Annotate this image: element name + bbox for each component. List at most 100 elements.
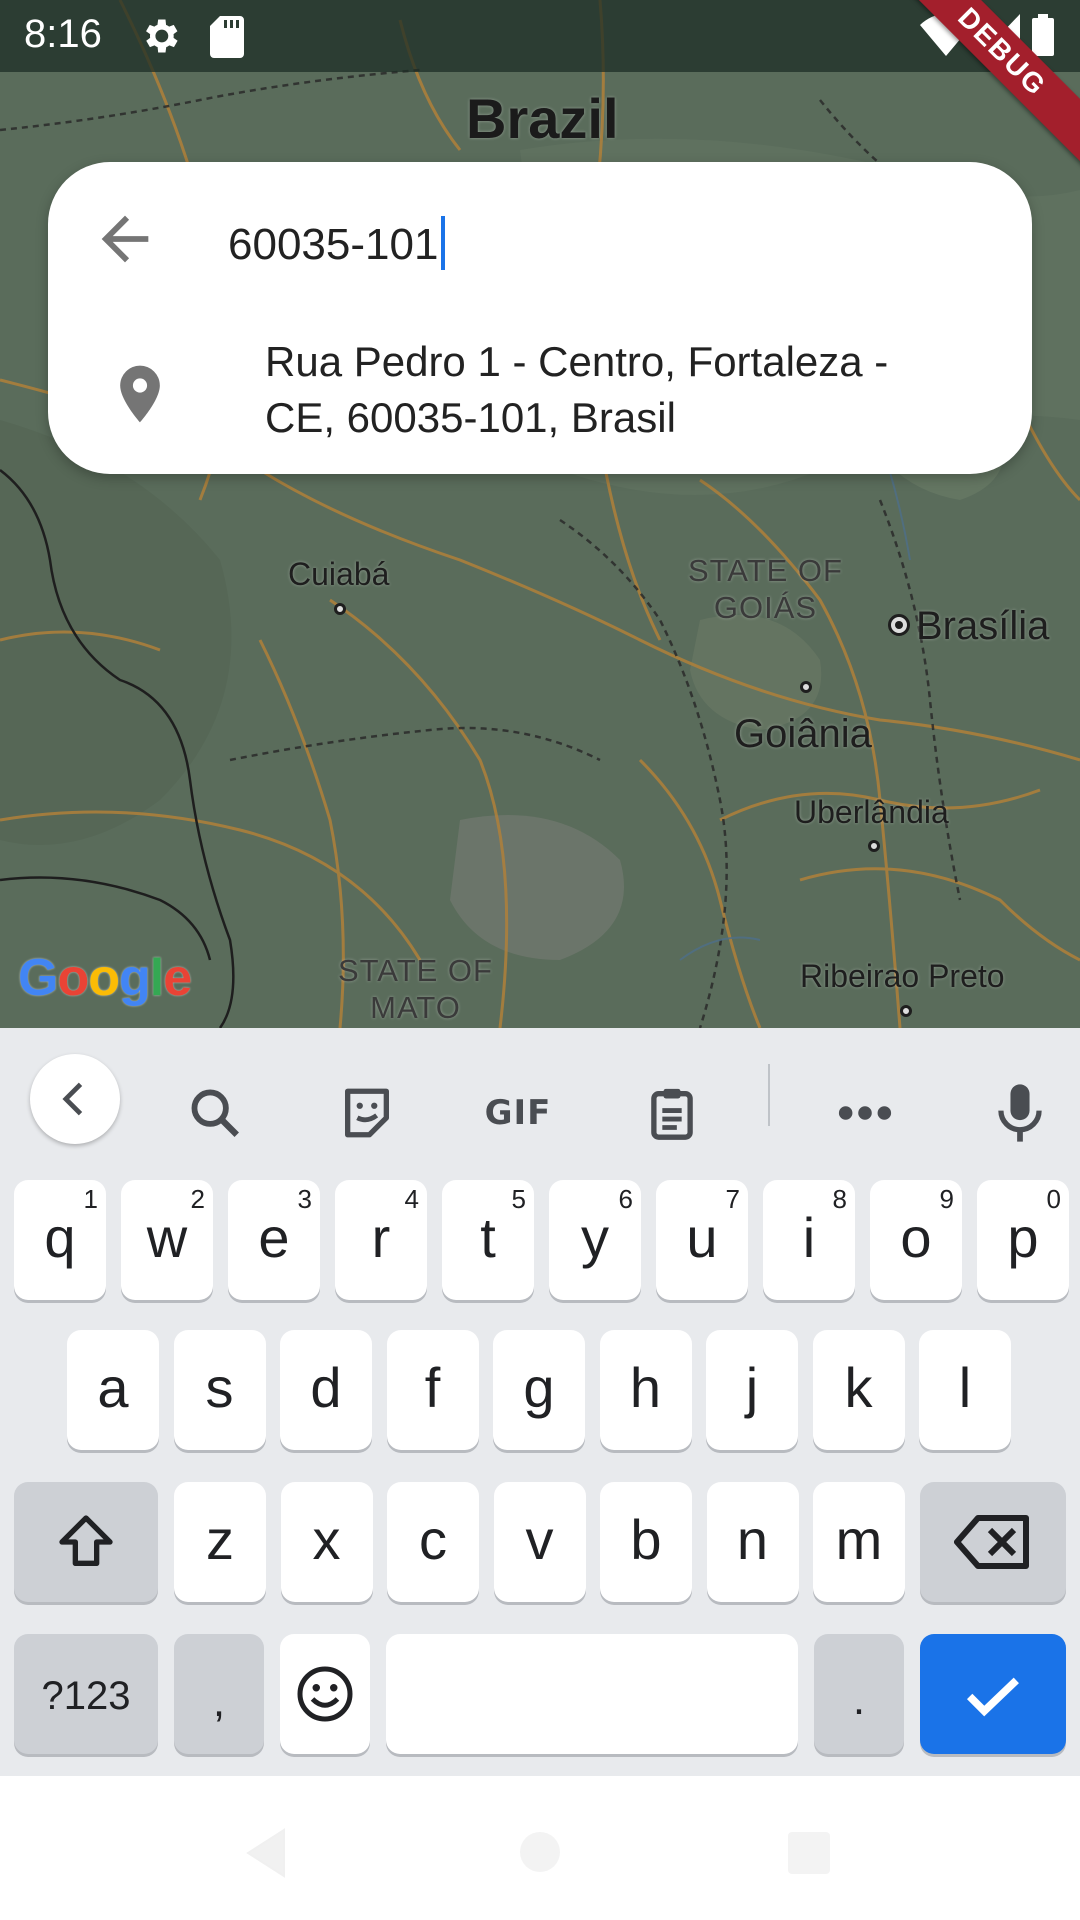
key-p[interactable]: p0: [977, 1180, 1069, 1300]
backspace-key[interactable]: [920, 1482, 1066, 1602]
key-s[interactable]: s: [173, 1330, 266, 1450]
key-secondary-label: 2: [190, 1184, 205, 1214]
city-label-brasilia: Brasília: [916, 604, 1050, 648]
key-label: x: [312, 1508, 341, 1571]
key-l[interactable]: l: [919, 1330, 1011, 1450]
key-label: o: [900, 1206, 932, 1269]
microphone-icon: [998, 1084, 1042, 1142]
key-secondary-label: 5: [511, 1184, 526, 1214]
key-secondary-label: 8: [832, 1184, 847, 1214]
search-icon: [191, 1089, 239, 1137]
keyboard-sticker-button[interactable]: [322, 1068, 412, 1158]
sd-card-icon: [210, 16, 244, 58]
city-marker-uberlandia: [868, 840, 880, 852]
key-j[interactable]: j: [706, 1330, 798, 1450]
emoji-key[interactable]: [280, 1634, 370, 1754]
key-secondary-label: 0: [1046, 1184, 1061, 1214]
key-y[interactable]: y6: [549, 1180, 641, 1300]
key-c[interactable]: c: [387, 1482, 479, 1602]
symbols-key[interactable]: ?123: [14, 1634, 158, 1754]
key-label: c: [419, 1508, 447, 1571]
city-label-cuiaba: Cuiabá: [288, 556, 390, 592]
keyboard: GIF ?123 , . q 1 w 2 e 3 r 4 t 5 y 6 u 7…: [0, 1028, 1080, 1776]
key-u[interactable]: u7: [656, 1180, 748, 1300]
state-label-goias: STATE OF GOIÁS: [688, 552, 843, 626]
key-label: r: [371, 1206, 391, 1269]
search-input[interactable]: 60035-101: [228, 216, 446, 271]
period-key-label: .: [852, 1675, 866, 1724]
space-key[interactable]: [386, 1634, 798, 1754]
key-secondary-label: 9: [939, 1184, 954, 1214]
recents-square-icon[interactable]: [786, 1830, 832, 1876]
key-label: g: [523, 1356, 555, 1419]
key-label: l: [958, 1356, 972, 1419]
google-logo: Google: [18, 949, 192, 1007]
city-label-ribeirao-preto: Ribeirao Preto: [800, 958, 1005, 994]
chevron-left-icon: [62, 1082, 83, 1116]
key-g[interactable]: g: [493, 1330, 585, 1450]
key-d[interactable]: d: [280, 1330, 372, 1450]
period-key[interactable]: .: [814, 1634, 904, 1754]
enter-key[interactable]: [920, 1634, 1066, 1754]
text-caret: [441, 216, 446, 271]
key-k[interactable]: k: [812, 1330, 905, 1450]
status-bar: 8:16: [0, 0, 1080, 72]
key-o[interactable]: o9: [870, 1180, 962, 1300]
back-button[interactable]: [90, 204, 160, 274]
key-secondary-label: 6: [618, 1184, 633, 1214]
more-icon: [838, 1106, 892, 1120]
key-z[interactable]: z: [174, 1482, 266, 1602]
key-w[interactable]: w2: [121, 1180, 213, 1300]
map-view[interactable]: Brazil Cuiabá STATE OF GOIÁS Brasília Go…: [0, 0, 1080, 1028]
back-triangle-icon[interactable]: [244, 1828, 288, 1878]
key-b[interactable]: b: [600, 1482, 692, 1602]
sticker-icon: [345, 1088, 389, 1138]
key-v[interactable]: v: [493, 1482, 586, 1602]
keyboard-voice-button[interactable]: [975, 1068, 1065, 1158]
gear-icon: [146, 19, 178, 53]
search-result-line1: Rua Pedro 1 - Centro, Fortaleza -: [265, 338, 889, 385]
comma-key-label: ,: [212, 1677, 226, 1726]
state-label-mato: STATE OF MATO: [338, 952, 493, 1026]
comma-key[interactable]: ,: [174, 1634, 264, 1754]
state-label-goias-line2: GOIÁS: [713, 590, 818, 625]
toolbar-divider: [768, 1064, 770, 1126]
key-i[interactable]: i8: [763, 1180, 855, 1300]
key-e[interactable]: e3: [228, 1180, 320, 1300]
key-label: t: [480, 1206, 496, 1269]
state-label-goias-line1: STATE OF: [688, 553, 843, 588]
key-q[interactable]: q1: [14, 1180, 106, 1300]
key-secondary-label: 1: [83, 1184, 98, 1214]
key-a[interactable]: a: [67, 1330, 159, 1450]
key-n[interactable]: n: [706, 1482, 799, 1602]
key-secondary-label: 3: [297, 1184, 312, 1214]
shift-key[interactable]: [14, 1482, 158, 1602]
key-label: b: [630, 1508, 662, 1571]
location-pin-icon: [120, 365, 160, 423]
key-label: u: [686, 1206, 718, 1269]
keyboard-clipboard-button[interactable]: [627, 1068, 717, 1158]
keyboard-search-button[interactable]: [170, 1068, 260, 1158]
key-label: n: [736, 1508, 769, 1571]
key-label: e: [258, 1206, 290, 1269]
key-label: w: [146, 1206, 188, 1269]
gif-label: GIF: [484, 1093, 552, 1133]
home-circle-icon[interactable]: [516, 1828, 564, 1876]
battery-icon: [1032, 14, 1054, 56]
key-t[interactable]: t5: [442, 1180, 534, 1300]
keyboard-more-button[interactable]: [820, 1068, 910, 1158]
key-label: v: [525, 1508, 554, 1571]
keyboard-collapse-button[interactable]: [30, 1054, 120, 1144]
key-h[interactable]: h: [599, 1330, 692, 1450]
keyboard-gif-button[interactable]: GIF: [473, 1068, 563, 1158]
status-time: 8:16: [24, 12, 102, 56]
key-label: d: [310, 1356, 342, 1419]
shift-arrow-icon: [59, 1515, 113, 1566]
key-label: k: [844, 1356, 873, 1419]
key-label: a: [97, 1356, 129, 1419]
key-r[interactable]: r4: [335, 1180, 427, 1300]
key-f[interactable]: f: [386, 1330, 479, 1450]
key-x[interactable]: x: [280, 1482, 373, 1602]
key-secondary-label: 4: [404, 1184, 419, 1214]
key-m[interactable]: m: [813, 1482, 905, 1602]
